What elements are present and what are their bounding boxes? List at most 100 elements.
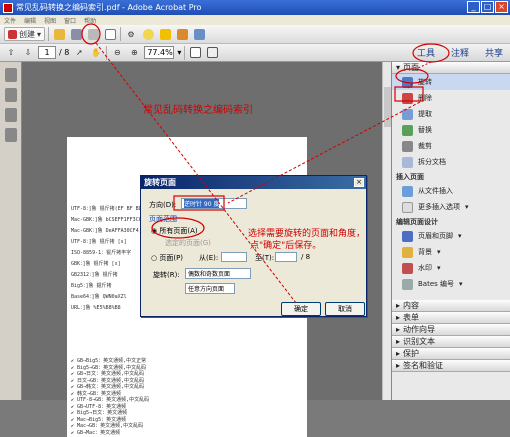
page-range-radio[interactable]: ○ 页面(P) bbox=[151, 253, 183, 263]
zoom-in-button[interactable]: ⊕ bbox=[127, 46, 141, 60]
tools-pane: ▾ 页面 旋转 删除 提取 替换 裁剪 拆分文档 插入页面 从文件插入 更多插入选… bbox=[391, 62, 510, 400]
signature-icon[interactable] bbox=[5, 128, 17, 142]
cancel-button[interactable]: 取消 bbox=[325, 302, 365, 316]
to-page-input[interactable] bbox=[275, 252, 297, 262]
settings-button[interactable]: ⚙ bbox=[124, 27, 138, 41]
selected-pages-radio[interactable]: 选定的页面(G) bbox=[165, 238, 211, 248]
crop-tool[interactable]: 裁剪 bbox=[392, 138, 510, 154]
folder-icon bbox=[53, 28, 65, 40]
forms-section[interactable]: ▸ 表单 bbox=[392, 312, 510, 324]
dialog-close-button[interactable]: × bbox=[354, 178, 364, 187]
ok-button[interactable]: 确定 bbox=[281, 302, 321, 316]
acrobat-app-icon bbox=[3, 2, 13, 13]
tab-comment[interactable]: 注释 bbox=[448, 45, 472, 60]
zoom-level-input[interactable]: 77.4% bbox=[144, 46, 175, 59]
hand-icon: ✋ bbox=[91, 48, 102, 57]
crop-icon bbox=[402, 140, 413, 152]
sign-verify-section[interactable]: ▸ 签名和验证 bbox=[392, 360, 510, 372]
chevron-right-icon: ▸ bbox=[396, 361, 401, 370]
fit-page-button[interactable] bbox=[188, 46, 202, 60]
total-pages: / 8 bbox=[301, 253, 311, 261]
tab-tools[interactable]: 工具 bbox=[414, 45, 438, 60]
menu-view[interactable]: 视图 bbox=[44, 16, 56, 25]
design-header: 编辑页面设计 bbox=[396, 217, 438, 226]
recognize-text-section[interactable]: ▸ 识别文本 bbox=[392, 336, 510, 348]
insert-from-file-tool[interactable]: 从文件插入 bbox=[392, 183, 510, 199]
page-total: / 8 bbox=[59, 48, 70, 57]
header-footer-tool[interactable]: 页眉和页脚 ▾ bbox=[392, 228, 510, 244]
rotate-pages-select[interactable]: 偶数和奇数页面 bbox=[185, 268, 251, 279]
extract-tool[interactable]: 提取 bbox=[392, 106, 510, 122]
watermark-icon bbox=[402, 262, 413, 274]
chevron-down-icon[interactable]: ▾ bbox=[177, 48, 181, 57]
direction-select[interactable]: 逆时针 90 度 bbox=[181, 198, 247, 209]
create-button[interactable]: 创建 ▾ bbox=[4, 27, 46, 41]
watermark-tool[interactable]: 水印 ▾ bbox=[392, 260, 510, 276]
maximize-button[interactable]: □ bbox=[481, 1, 494, 13]
page-number-input[interactable]: 1 bbox=[38, 46, 56, 59]
comment-button[interactable] bbox=[141, 27, 155, 41]
right-tabs: 工具 注释 共享 bbox=[414, 45, 506, 60]
delete-tool[interactable]: 删除 bbox=[392, 90, 510, 106]
insert-more-icon bbox=[402, 201, 413, 213]
arrow-down-icon: ⇩ bbox=[24, 48, 32, 57]
from-page-input[interactable] bbox=[221, 252, 247, 262]
stamp-icon bbox=[176, 28, 188, 40]
pages-section-header[interactable]: ▾ 页面 bbox=[392, 62, 510, 74]
background-tool[interactable]: 背景 ▾ bbox=[392, 244, 510, 260]
fit-width-button[interactable] bbox=[205, 46, 219, 60]
zoom-out-button[interactable]: ⊖ bbox=[110, 46, 124, 60]
split-tool[interactable]: 拆分文档 bbox=[392, 154, 510, 170]
sign-icon bbox=[193, 28, 205, 40]
highlight-button[interactable] bbox=[158, 27, 172, 41]
dialog-title: 旋转页面 bbox=[141, 176, 366, 189]
save-button[interactable] bbox=[69, 27, 83, 41]
cursor-icon: ➚ bbox=[75, 48, 83, 57]
menu-file[interactable]: 文件 bbox=[4, 16, 16, 25]
content-section[interactable]: ▸ 内容 bbox=[392, 300, 510, 312]
menu-window[interactable]: 窗口 bbox=[64, 16, 76, 25]
minus-icon: ⊖ bbox=[113, 48, 121, 57]
sign-button[interactable] bbox=[192, 27, 206, 41]
select-tool-button[interactable]: ➚ bbox=[72, 46, 86, 60]
more-insert-options[interactable]: 更多插入选项 ▾ bbox=[392, 199, 510, 215]
minimize-button[interactable]: _ bbox=[467, 1, 480, 13]
hand-tool-button[interactable]: ✋ bbox=[89, 46, 103, 60]
chevron-down-icon: ▾ bbox=[459, 280, 463, 288]
protect-section[interactable]: ▸ 保护 bbox=[392, 348, 510, 360]
window-controls: _ □ × bbox=[467, 1, 508, 13]
document-title: 常见乱码转换之编码索引 bbox=[143, 105, 253, 116]
next-page-button[interactable]: ⇩ bbox=[21, 46, 35, 60]
stamp-button[interactable] bbox=[175, 27, 189, 41]
replace-tool[interactable]: 替换 bbox=[392, 122, 510, 138]
page-thumbnails-icon[interactable] bbox=[5, 68, 17, 82]
bates-tool[interactable]: Bates 编号 ▾ bbox=[392, 276, 510, 292]
scrollbar-thumb[interactable] bbox=[384, 87, 391, 127]
gear-icon: ⚙ bbox=[127, 29, 135, 39]
rotate-tool[interactable]: 旋转 bbox=[392, 74, 510, 90]
save-icon bbox=[70, 28, 82, 40]
previous-page-button[interactable]: ⇧ bbox=[4, 46, 18, 60]
document-line: URL：]鲁 %E5%B8%B8 bbox=[71, 305, 121, 311]
chevron-right-icon: ▸ bbox=[396, 313, 401, 322]
chevron-down-icon: ▾ bbox=[396, 63, 401, 72]
menu-edit[interactable]: 编辑 bbox=[24, 16, 36, 25]
tab-share[interactable]: 共享 bbox=[482, 45, 506, 60]
print-button[interactable] bbox=[86, 27, 100, 41]
email-button[interactable] bbox=[103, 27, 117, 41]
action-wizard-section[interactable]: ▸ 动作向导 bbox=[392, 324, 510, 336]
header-footer-icon bbox=[402, 230, 413, 242]
menu-help[interactable]: 帮助 bbox=[84, 16, 96, 25]
bookmark-icon[interactable] bbox=[5, 88, 17, 102]
toolbar-divider bbox=[106, 45, 108, 60]
document-line: UTF-8：]鲁 锟斤拷 [s] bbox=[71, 239, 127, 245]
document-line: ISO-8859-1：锟斤拷丰字 bbox=[71, 250, 132, 256]
close-button[interactable]: × bbox=[495, 1, 508, 13]
attachment-icon[interactable] bbox=[5, 108, 17, 122]
open-button[interactable] bbox=[52, 27, 66, 41]
orientation-select[interactable]: 任意方向页面 bbox=[185, 283, 235, 294]
all-pages-radio[interactable]: ◉ 所有页面(A) bbox=[151, 226, 198, 236]
chevron-down-icon: ▾ bbox=[437, 264, 441, 272]
vertical-scrollbar[interactable] bbox=[382, 62, 391, 400]
